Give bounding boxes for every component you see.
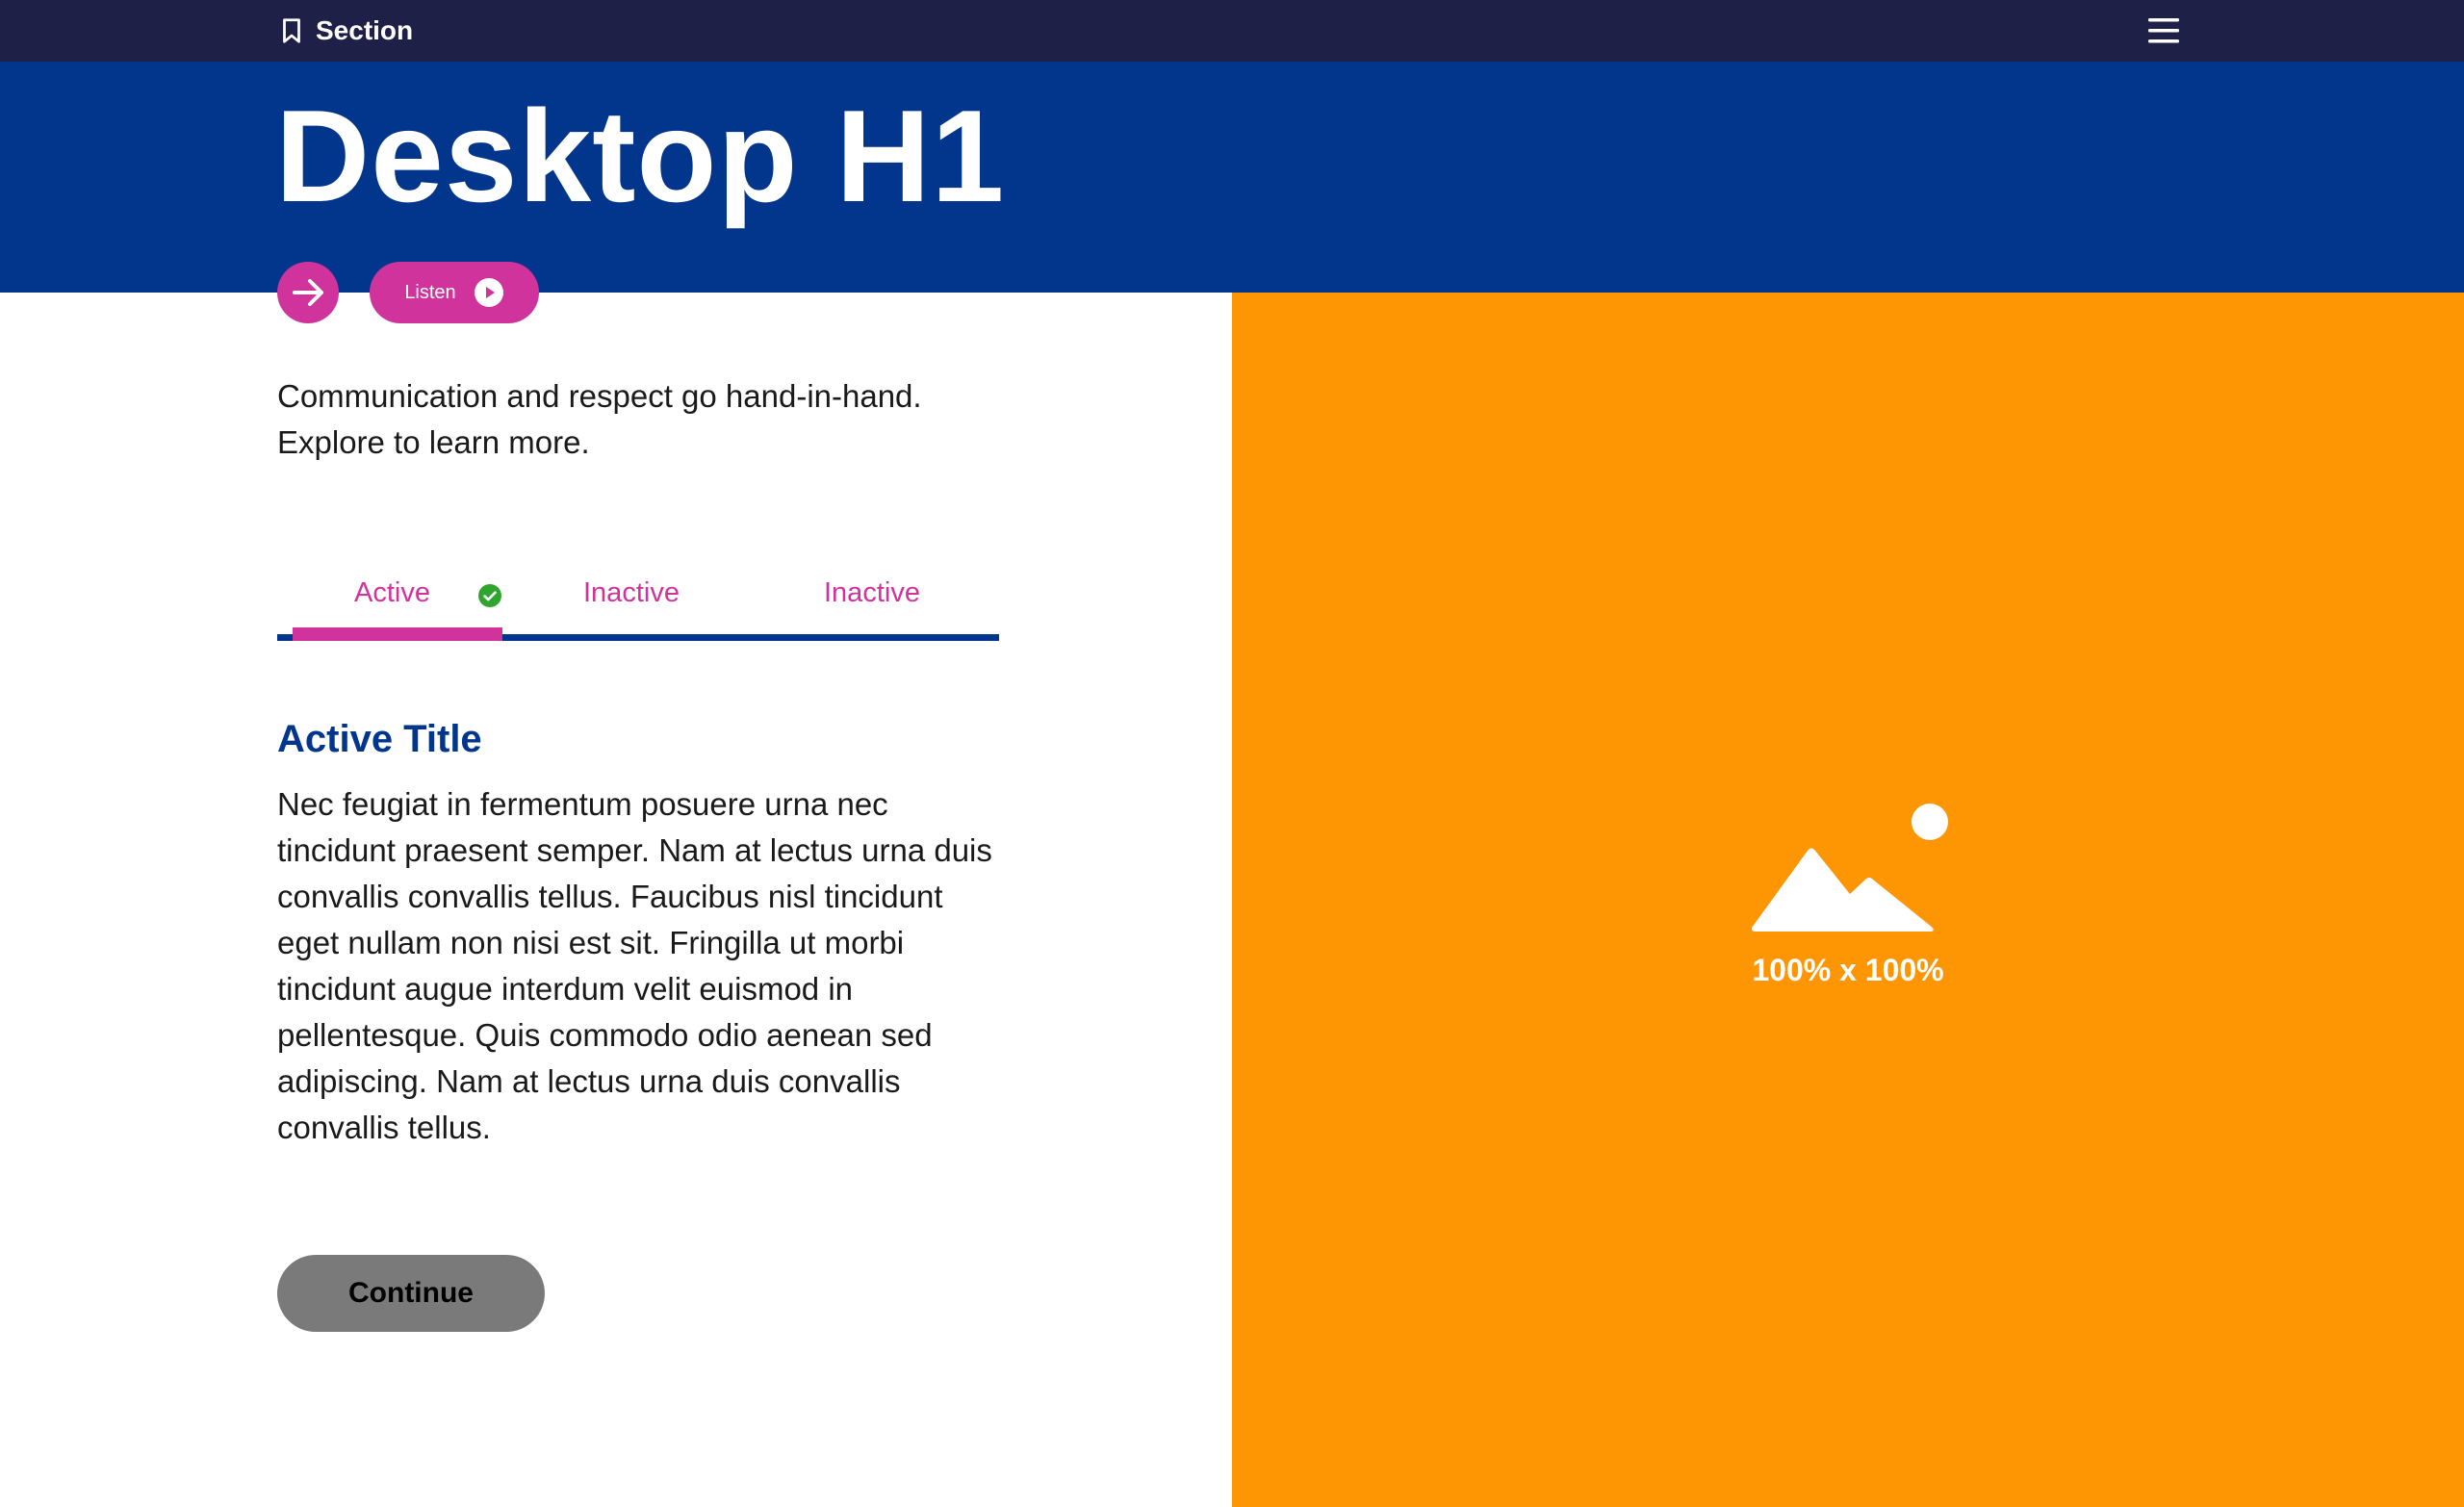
section-link[interactable]: Section xyxy=(277,0,413,62)
page-title: Desktop H1 xyxy=(275,83,1006,229)
intro-text: Communication and respect go hand-in-han… xyxy=(277,378,922,460)
tab-active[interactable]: Active xyxy=(354,577,430,609)
check-circle-icon xyxy=(478,584,501,607)
active-tab-indicator xyxy=(293,627,502,641)
tab-bar: Active Inactive Inactive xyxy=(277,568,999,641)
top-navigation-bar: Section xyxy=(0,0,2464,62)
content-title: Active Title xyxy=(277,718,482,760)
bookmark-icon xyxy=(283,18,300,43)
play-icon xyxy=(474,278,503,307)
image-caption: 100% x 100% xyxy=(1752,953,1944,987)
hero-banner: Desktop H1 xyxy=(0,62,2464,293)
image-placeholder: 100% x 100% xyxy=(1232,293,2464,1507)
next-arrow-button[interactable] xyxy=(277,262,339,323)
tab-inactive-2[interactable]: Inactive xyxy=(824,577,920,609)
listen-button[interactable]: Listen xyxy=(370,262,539,323)
hamburger-menu-icon[interactable] xyxy=(2143,12,2185,50)
continue-button[interactable]: Continue xyxy=(277,1255,545,1332)
listen-label: Listen xyxy=(404,281,456,303)
content-body: Nec feugiat in fermentum posuere urna ne… xyxy=(277,786,992,1145)
image-placeholder-icon xyxy=(1752,804,1948,932)
arrow-right-icon xyxy=(293,279,323,306)
section-label: Section xyxy=(316,15,414,45)
tab-inactive-1[interactable]: Inactive xyxy=(583,577,680,609)
